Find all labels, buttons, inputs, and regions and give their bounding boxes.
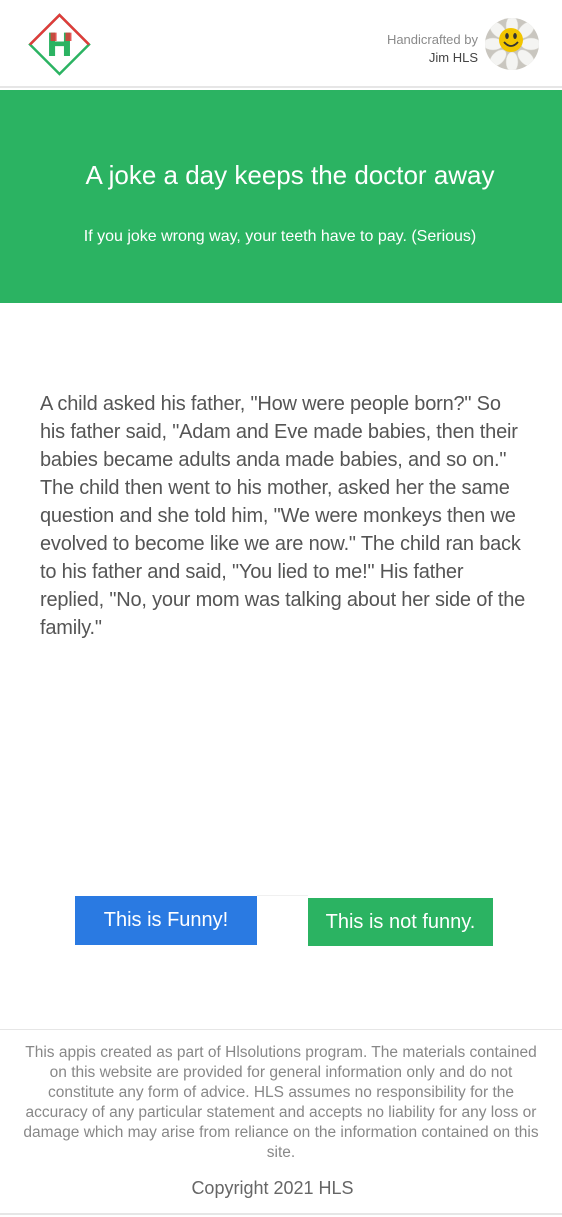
hero-banner: A joke a day keeps the doctor away If yo… bbox=[0, 90, 562, 303]
footer: This appis created as part of Hlsolution… bbox=[0, 1029, 562, 1217]
author-credit: Handicrafted by Jim HLS bbox=[387, 31, 478, 67]
bottom-divider bbox=[0, 1213, 562, 1215]
disclaimer-text: This appis created as part of Hlsolution… bbox=[23, 1044, 539, 1161]
credit-prefix: Handicrafted by bbox=[386, 32, 478, 47]
avatar[interactable] bbox=[485, 18, 539, 70]
joke-text: A child asked his father, "How were peop… bbox=[40, 393, 526, 639]
page-title: A joke a day keeps the doctor away bbox=[85, 160, 495, 190]
hls-logo-icon[interactable]: H H bbox=[28, 13, 91, 76]
credit-name: Jim HLS bbox=[428, 50, 478, 65]
smiley-flower-icon bbox=[485, 18, 539, 70]
button-divider bbox=[257, 895, 308, 896]
funny-button[interactable]: This is Funny! bbox=[75, 896, 257, 945]
page-subtitle: If you joke wrong way, your teeth have t… bbox=[83, 228, 477, 245]
top-header: H H Handicrafted by Jim HLS bbox=[0, 0, 562, 88]
not-funny-button[interactable]: This is not funny. bbox=[308, 898, 493, 946]
copyright-text: Copyright 2021 HLS bbox=[191, 1178, 354, 1198]
